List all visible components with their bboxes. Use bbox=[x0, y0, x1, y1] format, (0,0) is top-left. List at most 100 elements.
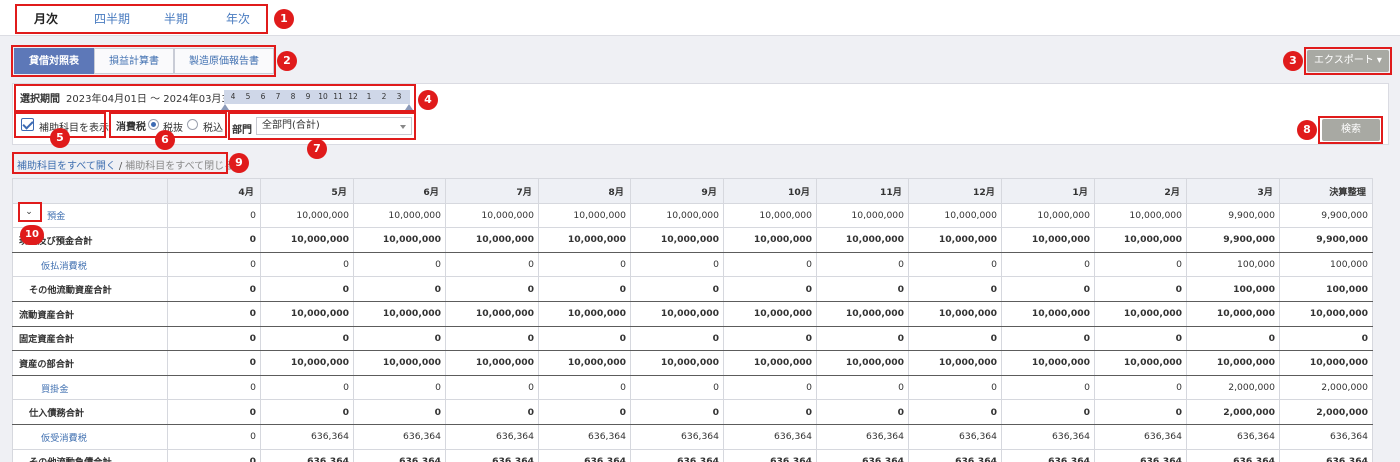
amount-cell: 10,000,000 bbox=[445, 300, 539, 327]
month-tick: 8 bbox=[290, 92, 296, 101]
header-month: 2月 bbox=[1094, 178, 1187, 204]
department-select[interactable]: 全部門(合計) bbox=[256, 117, 412, 135]
month-tick: 12 bbox=[348, 92, 358, 101]
amount-cell: 0 bbox=[167, 325, 261, 352]
amount-cell: 0 bbox=[538, 374, 631, 401]
amount-cell: 636,364 bbox=[1094, 448, 1187, 462]
amount-cell: 0 bbox=[260, 276, 354, 302]
amount-cell: 9,900,000 bbox=[1279, 202, 1373, 229]
account-label: 固定資産合計 bbox=[19, 334, 75, 346]
tab-yearly[interactable]: 年次 bbox=[226, 10, 250, 27]
tab-half-year[interactable]: 半期 bbox=[164, 10, 188, 27]
amount-cell: 636,364 bbox=[1001, 423, 1095, 450]
header-month: 7月 bbox=[445, 178, 539, 204]
header-month: 11月 bbox=[816, 178, 909, 204]
amount-cell: 0 bbox=[1001, 399, 1095, 425]
amount-cell: 0 bbox=[1001, 276, 1095, 302]
period-value: 2023年04月01日 ～ 2024年03月31日 bbox=[66, 94, 245, 105]
amount-cell: 10,000,000 bbox=[1094, 300, 1187, 327]
annotation-marker: 7 bbox=[307, 139, 327, 159]
amount-cell: 636,364 bbox=[723, 423, 817, 450]
show-sub-accounts-checkbox[interactable] bbox=[21, 118, 34, 131]
annotation-marker: 6 bbox=[155, 130, 175, 150]
export-button[interactable]: エクスポート ▾ bbox=[1307, 50, 1389, 72]
annotation-marker: 3 bbox=[1283, 51, 1303, 71]
amount-cell: 636,364 bbox=[260, 423, 354, 450]
amount-cell: 636,364 bbox=[1094, 423, 1187, 450]
account-label: 資産の部合計 bbox=[19, 358, 75, 370]
tab-manufacturing-cost[interactable]: 製造原価報告書 bbox=[174, 48, 274, 74]
annotation-marker: 9 bbox=[229, 153, 249, 173]
header-month: 1月 bbox=[1001, 178, 1095, 204]
account-name-cell: 資産の部合計 bbox=[12, 350, 168, 376]
amount-cell: 10,000,000 bbox=[353, 300, 446, 327]
amount-cell: 10,000,000 bbox=[1001, 202, 1095, 229]
amount-cell: 0 bbox=[445, 374, 539, 401]
table-row: その他流動資産合計 0 0 0 0 0 0 0 0 0 0 0 100,000 100,000 bbox=[12, 276, 1373, 302]
month-tick: 5 bbox=[245, 92, 251, 101]
amount-cell: 10,000,000 bbox=[816, 227, 909, 253]
amount-cell: 636,364 bbox=[353, 423, 446, 450]
amount-cell: 0 bbox=[723, 325, 817, 352]
collapse-all-link[interactable]: 補助科目をすべて閉じる bbox=[125, 161, 234, 172]
period-tab-bar: 月次 四半期 半期 年次 bbox=[0, 0, 1400, 36]
month-tick: 11 bbox=[333, 92, 343, 101]
amount-cell: 9,900,000 bbox=[1279, 227, 1373, 253]
amount-cell: 10,000,000 bbox=[908, 300, 1002, 327]
amount-cell: 0 bbox=[353, 374, 446, 401]
chevron-down-icon bbox=[400, 125, 406, 129]
amount-cell: 0 bbox=[908, 251, 1002, 278]
amount-cell: 2,000,000 bbox=[1279, 374, 1373, 401]
amount-cell: 0 bbox=[445, 325, 539, 352]
account-name-cell: 仮受消費税 bbox=[12, 423, 168, 450]
account-link[interactable]: 買掛金 bbox=[41, 384, 69, 395]
amount-cell: 10,000,000 bbox=[260, 300, 354, 327]
amount-cell: 0 bbox=[908, 276, 1002, 302]
amount-cell: 0 bbox=[816, 399, 909, 425]
amount-cell: 0 bbox=[538, 399, 631, 425]
header-account bbox=[12, 178, 168, 204]
account-link[interactable]: 仮受消費税 bbox=[41, 433, 87, 444]
amount-cell: 10,000,000 bbox=[723, 300, 817, 327]
expand-all-link[interactable]: 補助科目をすべて開く bbox=[17, 161, 116, 172]
amount-cell: 10,000,000 bbox=[1186, 350, 1280, 376]
amount-cell: 0 bbox=[353, 325, 446, 352]
tab-monthly[interactable]: 月次 bbox=[34, 10, 58, 27]
search-button[interactable]: 検索 bbox=[1322, 119, 1380, 141]
amount-cell: 636,364 bbox=[723, 448, 817, 462]
amount-cell: 636,364 bbox=[538, 448, 631, 462]
tab-quarterly[interactable]: 四半期 bbox=[94, 10, 130, 27]
amount-cell: 636,364 bbox=[1279, 448, 1373, 462]
account-link[interactable]: 仮払消費税 bbox=[41, 261, 87, 272]
table-row: その他流動負債合計0636,364636,364636,364636,36463… bbox=[12, 448, 1373, 462]
tab-profit-loss[interactable]: 損益計算書 bbox=[94, 48, 174, 74]
show-sub-accounts-label: 補助科目を表示 bbox=[39, 123, 109, 134]
amount-cell: 0 bbox=[723, 276, 817, 302]
amount-cell: 0 bbox=[167, 448, 261, 462]
annotation-marker: 10 bbox=[20, 225, 44, 245]
account-link[interactable]: 預金 bbox=[47, 211, 65, 222]
period-label: 選択期間 bbox=[20, 94, 60, 105]
amount-cell: 0 bbox=[1094, 374, 1187, 401]
amount-cell: 0 bbox=[1001, 251, 1095, 278]
amount-cell: 636,364 bbox=[260, 448, 354, 462]
amount-cell: 10,000,000 bbox=[630, 300, 724, 327]
amount-cell: 0 bbox=[167, 350, 261, 376]
range-end-handle[interactable] bbox=[405, 104, 413, 110]
header-month: 3月 bbox=[1186, 178, 1280, 204]
amount-cell: 10,000,000 bbox=[1001, 300, 1095, 327]
month-range-slider[interactable]: 4 5 6 7 8 9 10 11 12 1 2 3 bbox=[224, 90, 410, 104]
tab-balance-sheet[interactable]: 貸借対照表 bbox=[14, 48, 94, 74]
header-month: 4月 bbox=[167, 178, 261, 204]
tax-included-label: 税込 bbox=[203, 123, 223, 134]
amount-cell: 0 bbox=[1279, 325, 1373, 352]
chevron-down-icon[interactable]: ⌄ bbox=[23, 206, 35, 218]
range-start-handle[interactable] bbox=[221, 104, 229, 110]
tax-included-radio[interactable] bbox=[187, 119, 198, 130]
amount-cell: 0 bbox=[630, 276, 724, 302]
amount-cell: 636,364 bbox=[1001, 448, 1095, 462]
amount-cell: 0 bbox=[260, 399, 354, 425]
amount-cell: 10,000,000 bbox=[908, 227, 1002, 253]
account-label: 流動資産合計 bbox=[19, 309, 75, 321]
tax-excluded-radio[interactable] bbox=[148, 119, 159, 130]
